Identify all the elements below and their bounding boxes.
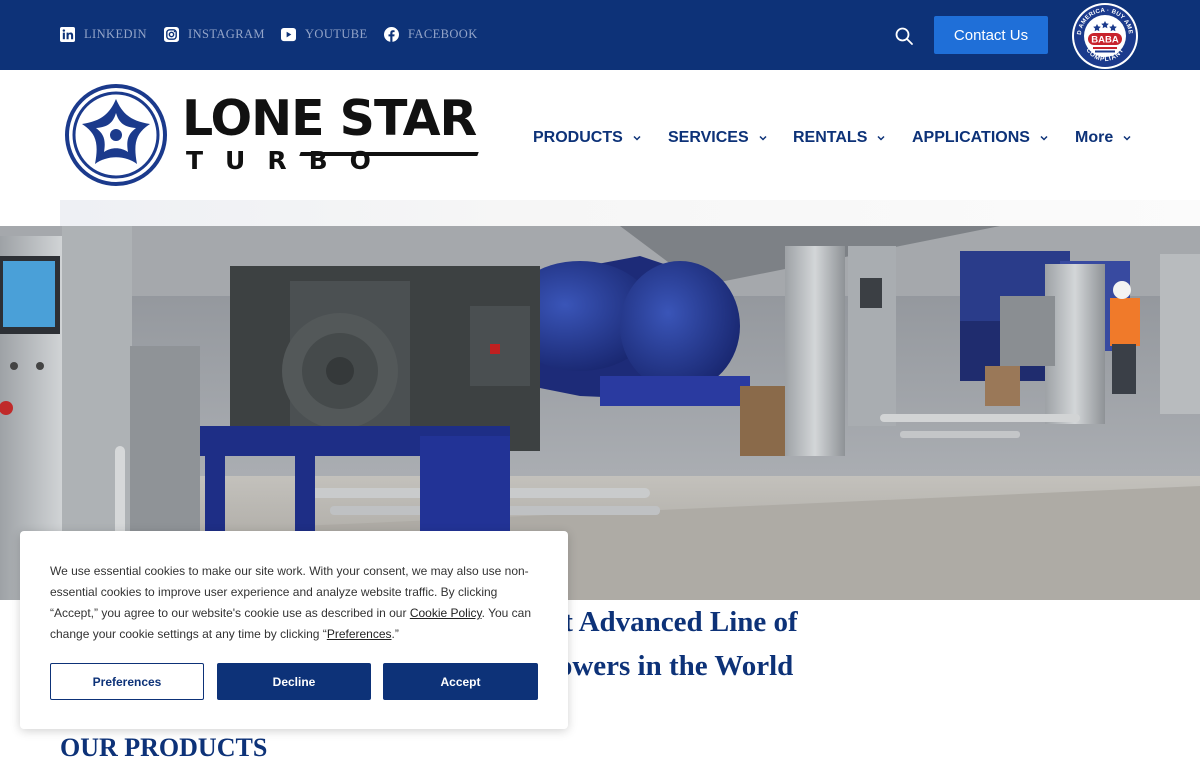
nav-label-products: PRODUCTS: [533, 129, 623, 146]
chevron-down-icon: [877, 135, 885, 141]
logo-text-lone-star: LONE STAR: [182, 90, 477, 147]
nav-item-services[interactable]: SERVICES: [668, 126, 768, 150]
social-link-instagram[interactable]: INSTAGRAM: [164, 26, 265, 42]
contact-us-button[interactable]: Contact Us: [934, 16, 1048, 54]
youtube-icon: [281, 27, 296, 41]
instagram-icon: [164, 26, 179, 42]
cookie-preferences-button[interactable]: Preferences: [50, 663, 204, 700]
social-label-youtube: YOUTUBE: [305, 26, 368, 41]
social-label-facebook: FACEBOOK: [408, 26, 478, 41]
cookie-text-part3: .”: [391, 627, 399, 641]
nav-item-applications[interactable]: APPLICATIONS: [912, 126, 1049, 150]
logo-underline: [299, 152, 479, 156]
cookie-banner: We use essential cookies to make our sit…: [20, 531, 568, 729]
top-bar: LINKEDIN INSTAGRAM YOUTUBE FACEBOOK Cont…: [0, 0, 1200, 70]
chevron-down-icon: [633, 135, 641, 141]
cookie-decline-button[interactable]: Decline: [217, 663, 371, 700]
section-title-products: OUR PRODUCTS: [60, 733, 268, 762]
social-link-linkedin[interactable]: LINKEDIN: [60, 26, 147, 42]
baba-compliant-badge: BUILD AMERICA · BUY AMERICA COMPLIANT BA…: [1071, 2, 1138, 69]
facebook-icon: [384, 26, 399, 42]
social-label-instagram: INSTAGRAM: [188, 26, 265, 41]
nav-label-more: More: [1075, 129, 1114, 146]
search-icon[interactable]: [894, 26, 914, 46]
chevron-down-icon: [1123, 135, 1131, 141]
social-link-facebook[interactable]: FACEBOOK: [384, 26, 478, 42]
social-link-youtube[interactable]: YOUTUBE: [281, 26, 368, 42]
cookie-accept-button[interactable]: Accept: [383, 663, 538, 700]
header-shadow-strip: [60, 200, 1200, 226]
nav-label-services: SERVICES: [668, 129, 749, 146]
nav-item-rentals[interactable]: RENTALS: [793, 126, 886, 150]
chevron-down-icon: [759, 135, 767, 141]
nav-label-applications: APPLICATIONS: [912, 129, 1030, 146]
nav-item-products[interactable]: PRODUCTS: [533, 126, 642, 150]
lone-star-logo-icon[interactable]: [64, 83, 168, 187]
cookie-preferences-link[interactable]: Preferences: [327, 627, 392, 641]
cookie-policy-link[interactable]: Cookie Policy: [410, 606, 482, 620]
cookie-text: We use essential cookies to make our sit…: [50, 561, 542, 645]
social-label-linkedin: LINKEDIN: [84, 26, 147, 41]
nav-item-more[interactable]: More: [1075, 126, 1132, 150]
nav-label-rentals: RENTALS: [793, 129, 868, 146]
chevron-down-icon: [1040, 135, 1048, 141]
svg-text:BABA: BABA: [1091, 35, 1119, 46]
linkedin-icon: [60, 26, 75, 42]
